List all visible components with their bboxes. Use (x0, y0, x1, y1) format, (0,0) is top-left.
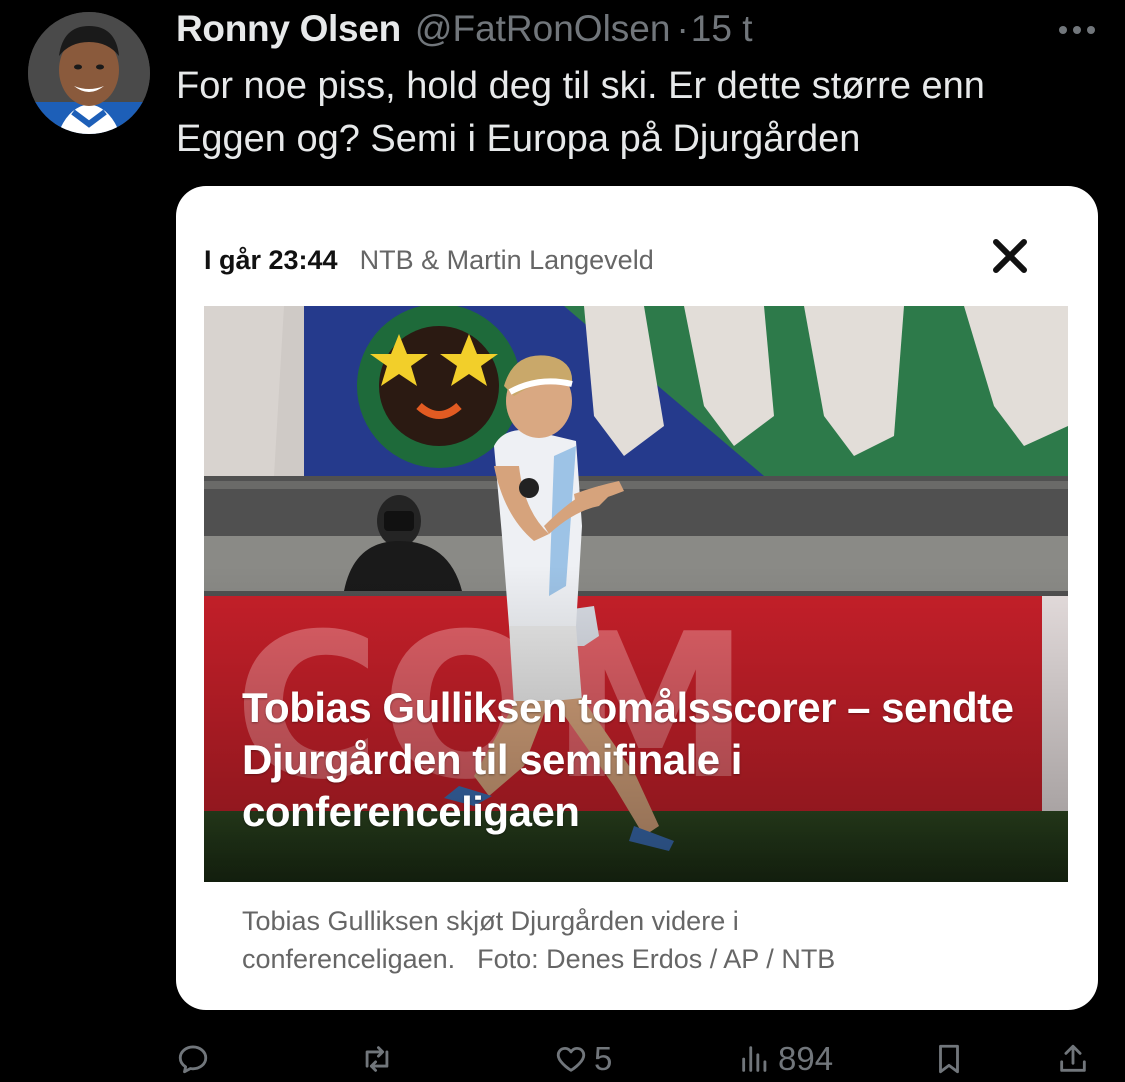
article-photo: COM Tobias Gulliksen tomålsscorer – send… (204, 306, 1068, 882)
views-button[interactable]: 894 (738, 1036, 833, 1082)
photo-credit: Foto: Denes Erdos / AP / NTB (477, 944, 836, 974)
tweet-text: For noe piss, hold deg til ski. Er dette… (176, 65, 985, 160)
share-icon (1060, 1044, 1086, 1072)
reply-button[interactable] (176, 1036, 216, 1082)
views-icon (742, 1046, 767, 1072)
article-author: NTB & Martin Langeveld (359, 244, 654, 275)
article-meta: I går 23:44 NTB & Martin Langeveld (204, 240, 654, 280)
views-count: 894 (778, 1040, 834, 1077)
article-card[interactable]: I går 23:44 NTB & Martin Langeveld Tobia… (176, 186, 1098, 1010)
bookmark-button[interactable] (932, 1036, 966, 1082)
author-name[interactable]: Ronny Olsen (176, 8, 401, 49)
retweet-button[interactable] (360, 1036, 400, 1082)
article-time: I går 23:44 (204, 244, 338, 275)
avatar[interactable] (28, 12, 150, 134)
reply-icon (178, 1045, 208, 1074)
more-options-icon[interactable] (1049, 8, 1105, 52)
separator-dot: · (676, 8, 689, 49)
close-icon[interactable] (986, 232, 1034, 280)
bookmark-icon (939, 1044, 959, 1074)
tweet-timestamp[interactable]: 15 t (691, 8, 753, 49)
tweet-header: Ronny Olsen @FatRonOlsen ·15 t (176, 8, 1105, 52)
author-handle[interactable]: @FatRonOlsen (415, 8, 671, 49)
share-button[interactable] (1056, 1036, 1090, 1082)
article-headline[interactable]: Tobias Gulliksen tomålsscorer – sendte D… (242, 682, 1042, 838)
retweet-icon (365, 1046, 389, 1072)
like-count: 5 (594, 1040, 613, 1077)
like-button[interactable]: 5 (554, 1036, 612, 1082)
tweet-action-bar: 5 894 (176, 1036, 1096, 1082)
photo-caption: Tobias Gulliksen skjøt Djurgården videre… (242, 902, 1042, 978)
heart-icon (556, 1046, 586, 1072)
